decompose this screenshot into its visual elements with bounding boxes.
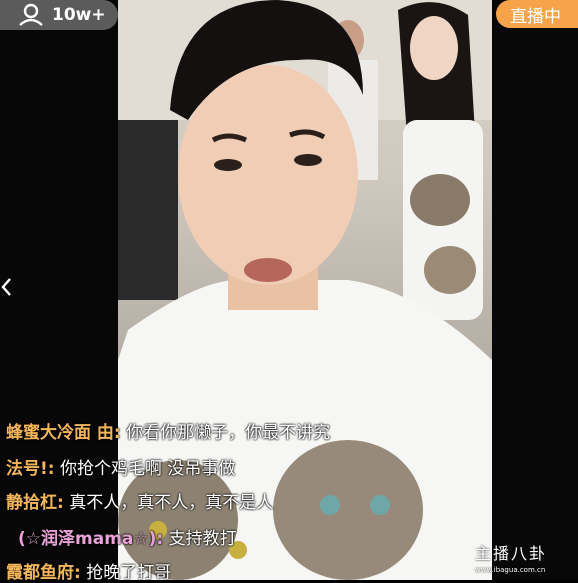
chat-username[interactable]: 蜂蜜大冷面 由: [6,423,121,443]
chevron-left-icon[interactable] [0,277,14,297]
viewer-count-badge[interactable]: 10w+ [0,0,118,30]
letterbox-right [492,0,578,580]
live-status-badge[interactable]: 直播中 [496,0,578,28]
watermark-brand: 主播八卦 [475,544,548,563]
chat-username[interactable]: 法号!: [6,459,55,479]
user-icon [19,3,43,26]
watermark: 主播八卦 www.ibagua.com.cn [475,540,547,574]
watermark-url: www.ibagua.com.cn [475,566,546,574]
chat-username[interactable]: 静拾杠: [6,493,64,513]
chat-text: 真不人，真不人，真不是人 [69,493,274,513]
live-status-label: 直播中 [510,6,561,27]
chat-text: 支持教打 [168,529,237,549]
chat-text: 你看你那懒子，你最不讲究 [126,423,331,443]
chat-message: 静拾杠: 真不人，真不人，真不是人 [6,488,273,513]
chat-message: (☆润泽mama☆): 支持教打 [18,524,237,549]
chat-username[interactable]: (☆润泽mama☆): [18,529,163,549]
chat-text: 你抢个鸡毛啊 没吊事做 [59,459,236,479]
chat-message: 法号!: 你抢个鸡毛啊 没吊事做 [6,454,235,479]
chat-username[interactable]: 霞都鱼府: [6,563,81,583]
chat-text: 抢晚了打哥 [86,563,172,583]
chat-message: 蜂蜜大冷面 由: 你看你那懒子，你最不讲究 [6,418,330,443]
viewer-count: 10w+ [52,5,106,25]
chat-message: 霞都鱼府: 抢晚了打哥 [6,558,171,583]
